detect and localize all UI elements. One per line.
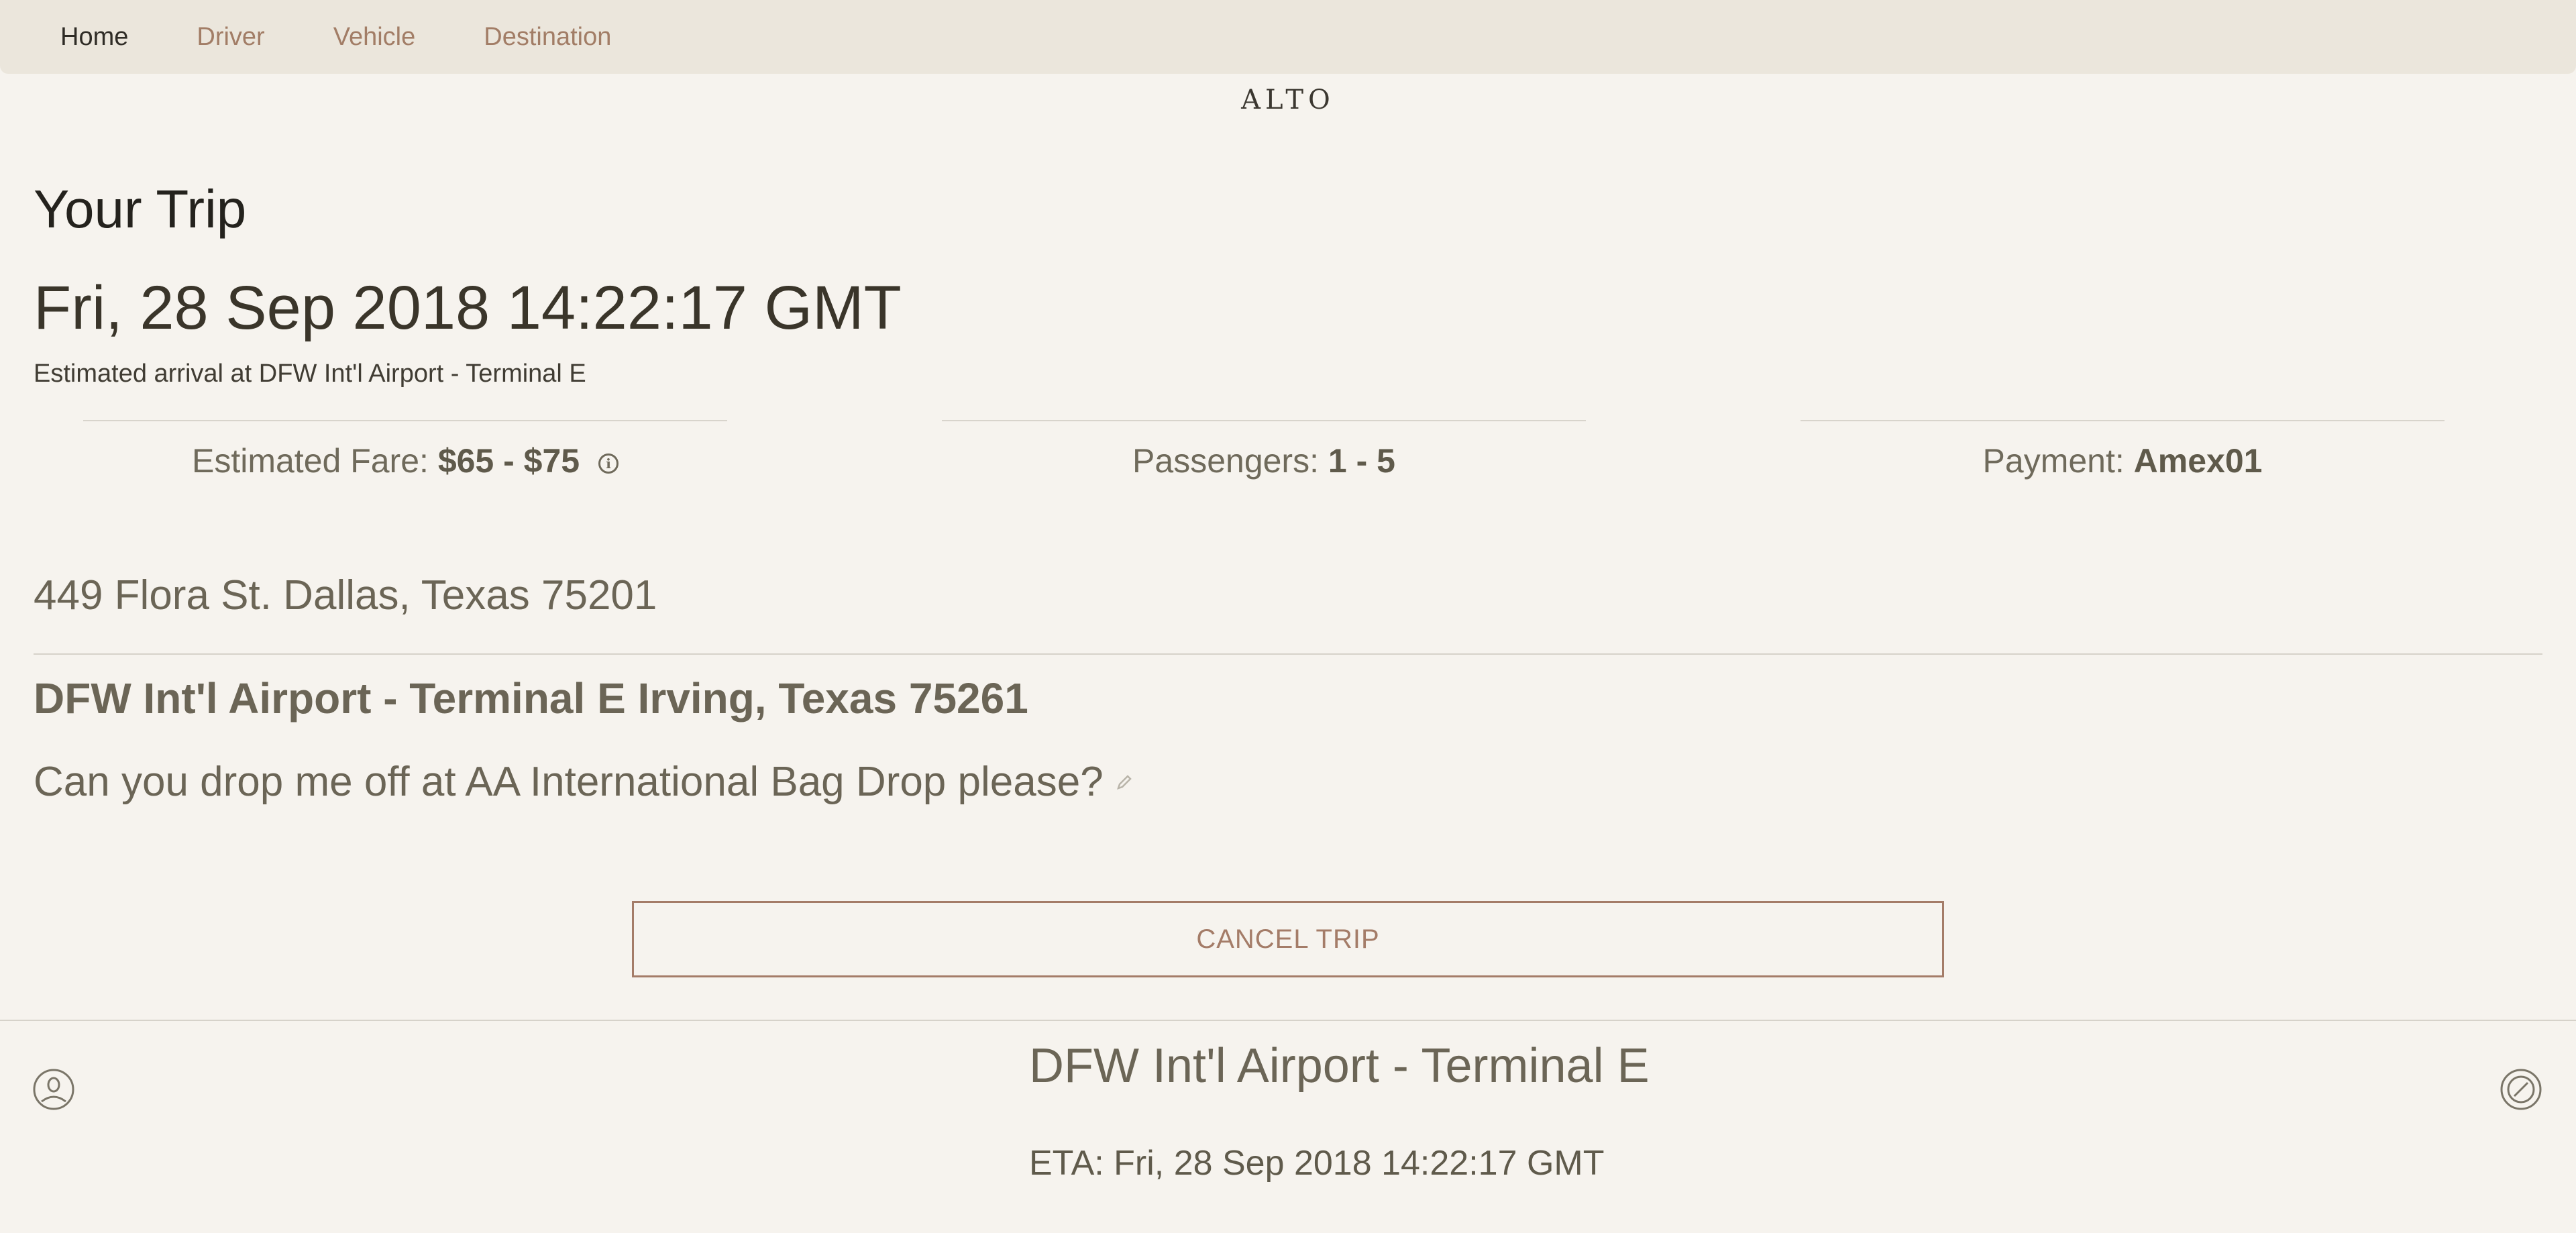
passengers-label: Passengers: [1132, 442, 1319, 480]
payment-label: Payment: [1982, 442, 2125, 480]
driver-note-text: Can you drop me off at AA International … [34, 759, 1104, 805]
footer-divider [0, 1020, 2576, 1021]
estimated-fare: Estimated Fare: $65 - $75 i [83, 420, 727, 480]
dropoff-address: DFW Int'l Airport - Terminal E Irving, T… [34, 674, 1028, 722]
page: Home Driver Vehicle Destination ALTO You… [0, 0, 2576, 1233]
page-title: Your Trip [34, 179, 247, 239]
user-icon[interactable] [32, 1068, 75, 1111]
trip-stats: Estimated Fare: $65 - $75 i Passengers: … [0, 420, 2576, 500]
footer-destination: DFW Int'l Airport - Terminal E [1029, 1039, 1650, 1093]
fare-value: $65 - $75 [437, 442, 580, 480]
nav-item-vehicle[interactable]: Vehicle [333, 23, 416, 52]
nav-item-driver[interactable]: Driver [197, 23, 264, 52]
payment: Payment: Amex01 [1801, 420, 2445, 480]
pickup-address: 449 Flora St. Dallas, Texas 75201 [34, 572, 657, 619]
passengers: Passengers: 1 - 5 [942, 420, 1586, 480]
driver-note[interactable]: Can you drop me off at AA International … [34, 758, 1134, 806]
pencil-icon[interactable] [1114, 772, 1134, 792]
info-icon[interactable]: i [598, 453, 619, 474]
nav-item-destination[interactable]: Destination [484, 23, 611, 52]
target-icon[interactable] [2500, 1068, 2542, 1111]
trip-subtitle: Estimated arrival at DFW Int'l Airport -… [34, 360, 586, 388]
payment-value: Amex01 [2133, 442, 2263, 480]
route-divider [34, 653, 2542, 655]
cancel-trip-button[interactable]: CANCEL TRIP [632, 901, 1944, 977]
passengers-value: 1 - 5 [1328, 442, 1395, 480]
nav-item-home[interactable]: Home [60, 23, 128, 52]
trip-datetime: Fri, 28 Sep 2018 14:22:17 GMT [34, 274, 902, 342]
top-nav: Home Driver Vehicle Destination [0, 0, 2576, 74]
brand-logo: ALTO [1241, 85, 1335, 115]
fare-label: Estimated Fare: [192, 442, 429, 480]
footer-eta: ETA: Fri, 28 Sep 2018 14:22:17 GMT [1029, 1144, 1605, 1183]
